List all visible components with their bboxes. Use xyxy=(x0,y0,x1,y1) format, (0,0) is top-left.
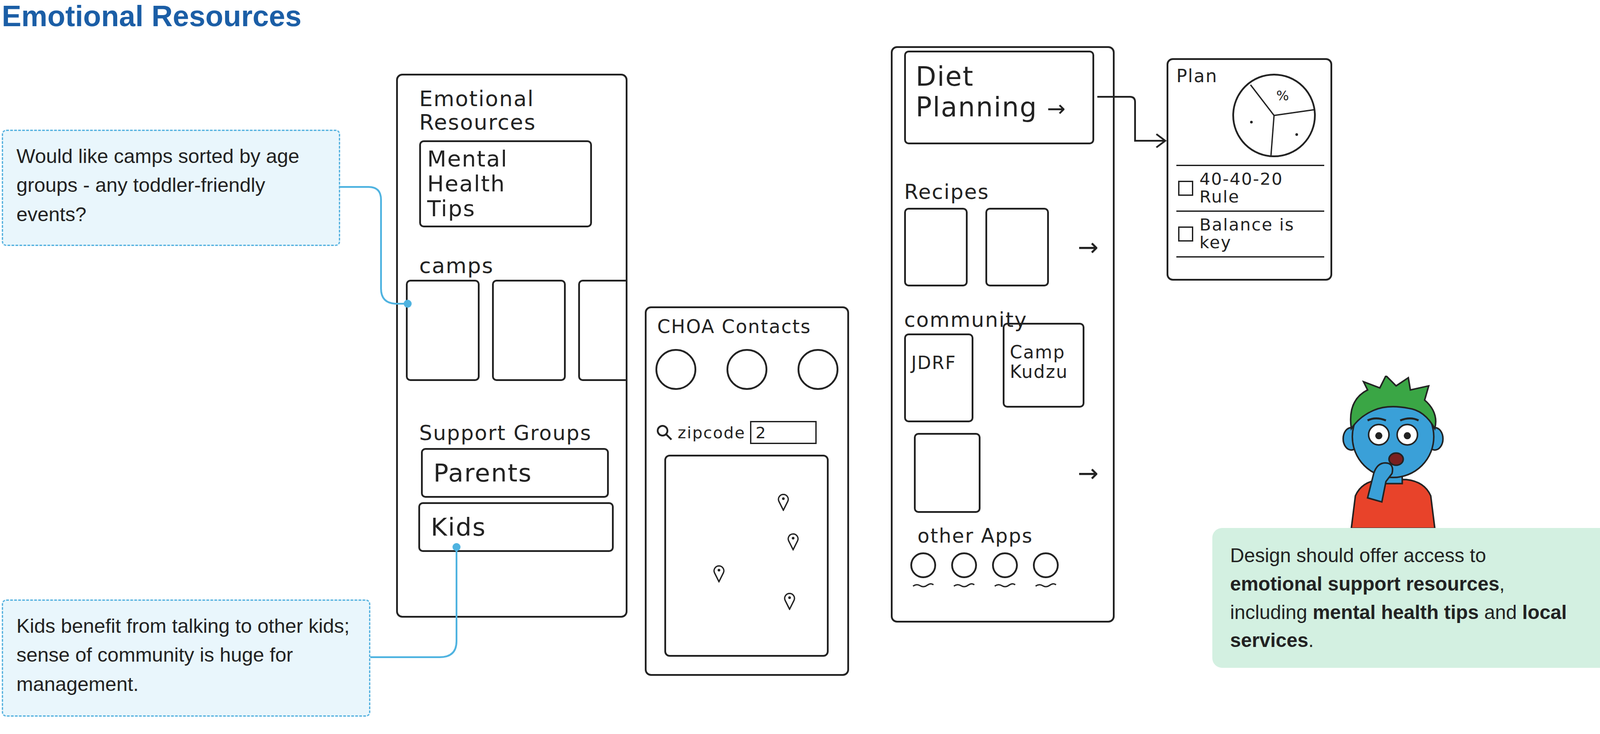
community-row: → xyxy=(904,432,1100,513)
takeaway-box: Design should offer access to emotional … xyxy=(1212,528,1600,668)
mental-health-tips-card[interactable]: Mental Health Tips xyxy=(419,140,592,228)
zipcode-value: 2 xyxy=(755,424,767,442)
app-item[interactable] xyxy=(1032,552,1059,588)
worried-kid-icon xyxy=(1336,375,1450,529)
camp-card[interactable] xyxy=(578,279,626,382)
pie-icon xyxy=(1230,72,1318,159)
plan-item-label: Balance is key xyxy=(1199,216,1323,252)
plan-checkbox[interactable] xyxy=(1178,180,1194,196)
choa-contacts-sketch: CHOA Contacts zipcode 2 xyxy=(644,306,850,676)
camps-label: camps xyxy=(419,254,626,278)
plan-header: Plan% xyxy=(1176,66,1325,159)
other-apps-row xyxy=(910,552,1113,588)
contact-avatar[interactable] xyxy=(797,349,839,390)
plan-item[interactable]: Balance is key xyxy=(1176,211,1325,258)
contact-avatar[interactable] xyxy=(655,349,697,390)
page-title: Emotional Resources xyxy=(1,0,302,33)
pie-chart: % xyxy=(1230,72,1318,159)
takeaway-text: and xyxy=(1478,601,1523,624)
app-item[interactable] xyxy=(951,552,977,588)
plan-sketch: Plan% 40-40-20 Rule Balance is key xyxy=(1166,58,1333,281)
takeaway-text: mental health tips xyxy=(1312,601,1479,624)
squiggle-icon xyxy=(952,582,976,588)
pie-label: % xyxy=(1276,89,1291,103)
squiggle-icon xyxy=(993,582,1017,588)
zipcode-field[interactable]: 2 xyxy=(750,420,817,445)
contacts-title: CHOA Contacts xyxy=(657,316,839,338)
community-card-label: JDRF xyxy=(911,353,969,373)
takeaway-text: Design should offer access to xyxy=(1230,544,1486,567)
support-groups-label: Support Groups xyxy=(419,421,626,445)
recipes-label: Recipes xyxy=(904,180,1113,204)
diet-planning-sketch: Diet Planning → Recipes → community JDRF Camp… xyxy=(890,46,1115,623)
community-card[interactable]: Camp Kudzu xyxy=(1002,322,1085,408)
plan-item-label: 40-40-20 Rule xyxy=(1199,170,1323,207)
arrow-icon: → xyxy=(1047,95,1067,122)
arrow-icon[interactable]: → xyxy=(1077,232,1100,262)
community-card-label: Camp Kudzu xyxy=(1009,342,1080,382)
search-row: zipcode 2 xyxy=(655,420,839,445)
contact-avatar[interactable] xyxy=(726,349,768,390)
plan-checkbox[interactable] xyxy=(1178,226,1194,242)
app-icon xyxy=(951,552,977,579)
support-group-button[interactable]: Parents xyxy=(420,448,609,498)
emotional-resources-sketch: Emotional Resources Mental Health Tips cam… xyxy=(396,73,628,618)
app-icon xyxy=(1032,552,1059,579)
squiggle-icon xyxy=(1034,582,1057,588)
support-group-button[interactable]: Kids xyxy=(418,502,614,552)
plan-item[interactable]: 40-40-20 Rule xyxy=(1176,166,1325,212)
arrow-icon[interactable]: → xyxy=(1077,458,1100,488)
diet-planning-text: Diet Planning → xyxy=(915,61,1071,123)
diet-planning-card[interactable]: Diet Planning → xyxy=(904,50,1095,145)
app-item[interactable] xyxy=(992,552,1018,588)
plan-list: 40-40-20 Rule Balance is key xyxy=(1176,164,1325,258)
community-card[interactable] xyxy=(913,432,981,513)
takeaway-text: . xyxy=(1308,629,1314,652)
app-item[interactable] xyxy=(910,552,937,588)
camps-row xyxy=(405,279,626,382)
app-icon xyxy=(910,552,937,579)
community-row: JDRF Camp Kudzu xyxy=(904,333,1113,423)
map-pin-icon xyxy=(712,563,726,583)
map[interactable] xyxy=(664,454,829,657)
community-label: community xyxy=(904,308,1113,332)
recipes-row: → xyxy=(904,207,1100,287)
app-icon xyxy=(992,552,1018,579)
map-pin-icon xyxy=(777,492,790,512)
support-group-label: Parents xyxy=(433,459,533,487)
search-icon xyxy=(655,423,674,442)
recipe-card[interactable] xyxy=(904,207,968,287)
other-apps-label: other Apps xyxy=(917,525,1113,547)
diet-planning-label: Diet Planning xyxy=(915,60,1038,123)
map-pin-icon xyxy=(786,532,800,551)
sketch-title: Emotional Resources xyxy=(419,87,580,135)
research-note: Would like camps sorted by age groups - … xyxy=(1,129,341,247)
takeaway-text: emotional support resources xyxy=(1230,572,1500,595)
map-pin-icon xyxy=(783,591,796,611)
camp-card[interactable] xyxy=(405,279,480,382)
contacts-row xyxy=(655,349,839,390)
zipcode-label: zipcode xyxy=(677,424,746,442)
community-card[interactable]: JDRF xyxy=(904,333,974,423)
tips-label: Mental Health Tips xyxy=(427,146,537,222)
camp-card[interactable] xyxy=(492,279,566,382)
research-note: Kids benefit from talking to other kids;… xyxy=(1,599,371,717)
recipe-card[interactable] xyxy=(985,207,1049,287)
plan-title: Plan xyxy=(1176,66,1218,86)
squiggle-icon xyxy=(912,582,935,588)
support-group-label: Kids xyxy=(430,513,487,541)
